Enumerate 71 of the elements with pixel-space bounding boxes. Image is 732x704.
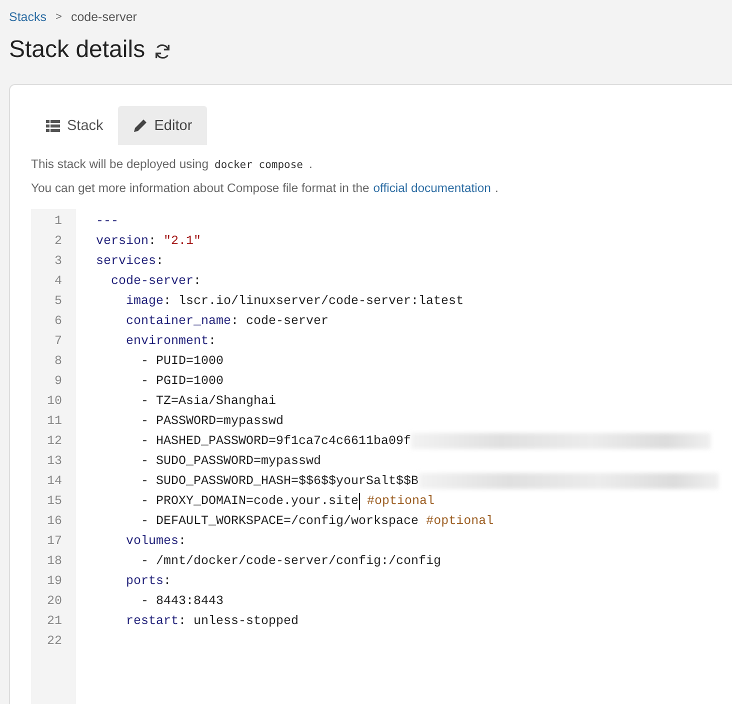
code-text: - PROXY_DOMAIN=code.your.site <box>140 493 359 510</box>
code-text: volumes <box>125 533 179 550</box>
code-text: : <box>208 333 216 350</box>
line-number: 18 <box>46 554 62 568</box>
code-text: services <box>96 253 156 270</box>
code-text: code-server <box>110 273 194 290</box>
code-text: --- <box>96 213 119 230</box>
code-text: : unless-stopped <box>178 613 299 630</box>
line-number: 17 <box>46 534 62 548</box>
pencil-icon <box>133 118 148 132</box>
code-text: - HASHED_PASSWORD=9f1ca7c4c6611ba09f <box>140 433 412 450</box>
code-text: restart <box>125 613 179 630</box>
line-number: 15 <box>46 494 62 508</box>
code-text: - DEFAULT_WORKSPACE=/config/workspace <box>140 513 420 530</box>
refresh-icon[interactable] <box>153 42 172 61</box>
code-text: version <box>96 233 149 250</box>
breadcrumb-separator: > <box>56 11 62 23</box>
code-text: : lscr.io/linuxserver/code-server:latest <box>164 293 464 310</box>
tab[interactable]: Editor <box>118 106 208 145</box>
code-text: - PUID=1000 <box>140 353 224 370</box>
code-text: container_name <box>125 313 232 330</box>
code-text: : <box>194 273 202 290</box>
line-number: 1 <box>54 214 62 228</box>
line-number: 19 <box>46 574 62 588</box>
line-number: 7 <box>54 334 62 348</box>
code-text: #optional <box>426 513 494 530</box>
line-number: 14 <box>46 474 62 488</box>
code-text: - PGID=1000 <box>140 373 224 390</box>
text-cursor <box>358 492 360 510</box>
period-text: . <box>309 157 312 171</box>
breadcrumb-current: code-server <box>70 10 137 24</box>
docs-note: You can get more information about Compose file format in the <box>31 181 370 195</box>
code-text: - SUDO_PASSWORD_HASH=$$6$$yourSalt$$B <box>140 473 419 490</box>
documentation-link[interactable]: official documentation <box>373 181 491 195</box>
line-number: 12 <box>46 434 62 448</box>
line-number: 13 <box>46 454 62 468</box>
tab[interactable]: Stack <box>31 106 118 145</box>
code-text: : <box>148 233 158 250</box>
line-number: 16 <box>46 514 62 528</box>
breadcrumb-link[interactable]: Stacks <box>9 10 47 24</box>
command-text: docker compose <box>214 159 304 171</box>
line-number: 10 <box>46 394 62 408</box>
code-text: "2.1" <box>164 233 202 250</box>
line-number: 6 <box>54 314 62 328</box>
line-number: 22 <box>46 634 62 648</box>
code-text: - SUDO_PASSWORD=mypasswd <box>140 453 322 470</box>
line-number: 20 <box>46 594 62 608</box>
code-text: : <box>156 253 164 270</box>
line-number: 21 <box>46 614 62 628</box>
line-number: 5 <box>54 294 62 308</box>
code-text: ports <box>125 573 164 590</box>
deploy-note: This stack will be deployed using <box>31 157 208 171</box>
code-text: image <box>125 293 164 310</box>
code-text: - 8443:8443 <box>140 593 224 610</box>
line-number: 3 <box>54 254 62 268</box>
code-text: #optional <box>367 493 435 510</box>
code-text: environment <box>125 333 209 350</box>
code-text: : <box>178 533 186 550</box>
period-text: . <box>494 181 498 195</box>
code-text: : <box>164 573 172 590</box>
line-number: 11 <box>46 414 62 428</box>
page-title: Stack details <box>9 36 146 64</box>
code-text: - PASSWORD=mypasswd <box>140 413 284 430</box>
line-number: 2 <box>54 234 62 248</box>
code-text: - /mnt/docker/code-server/config:/config <box>140 553 442 570</box>
code-text: : code-server <box>231 313 329 330</box>
code-text: - TZ=Asia/Shanghai <box>140 393 276 410</box>
line-number: 8 <box>54 354 62 368</box>
list-icon <box>46 120 60 132</box>
line-number: 9 <box>54 374 62 388</box>
line-number: 4 <box>54 274 62 288</box>
